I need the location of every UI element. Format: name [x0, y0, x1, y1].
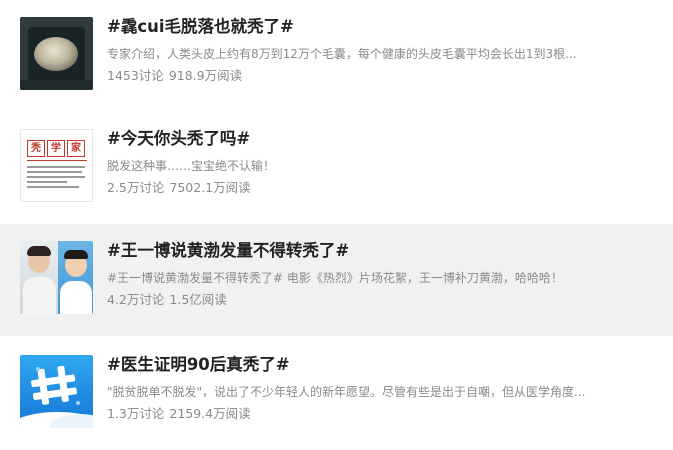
discussion-count: 1453讨论 — [107, 68, 164, 83]
topic-text: #王一博说黄渤发量不得转秃了# #王一博说黄渤发量不得转秃了# 电影《热烈》片场… — [107, 239, 667, 309]
topic-stats: 2.5万讨论 7502.1万阅读 — [107, 179, 667, 197]
topic-title[interactable]: #医生证明90后真秃了# — [107, 353, 667, 377]
topic-text: #医生证明90后真秃了# "脱贫脱单不脱发"，说出了不少年轻人的新年愿望。尽管有… — [107, 353, 667, 423]
photo-caption-bar — [20, 80, 93, 90]
topic-text: #今天你头秃了吗# 脱发这种事……宝宝绝不认输！ 2.5万讨论 7502.1万阅读 — [107, 127, 667, 197]
topic-title[interactable]: #今天你头秃了吗# — [107, 127, 667, 151]
topic-item[interactable]: #毳cui毛脱落也就秃了# 专家介绍，人类头皮上约有8万到12万个毛囊，每个健康… — [0, 0, 673, 112]
document-line — [27, 186, 79, 188]
read-count: 918.9万阅读 — [168, 68, 243, 83]
topic-stats: 1453讨论 918.9万阅读 — [107, 67, 667, 85]
document-header: 秃 学 家 — [27, 140, 87, 157]
topic-description: #王一博说黄渤发量不得转秃了# 电影《热烈》片场花絮，王一博补刀黄渤，哈哈哈！ — [107, 271, 563, 285]
topic-text: #毳cui毛脱落也就秃了# 专家介绍，人类头皮上约有8万到12万个毛囊，每个健康… — [107, 15, 667, 85]
topic-description: "脱贫脱单不脱发"，说出了不少年轻人的新年愿望。尽管有些是出于自嘲，但从医学角度… — [107, 385, 586, 399]
scalp-photo-icon — [34, 37, 78, 71]
topic-description: 脱发这种事……宝宝绝不认输！ — [107, 159, 276, 173]
read-count: 1.5亿阅读 — [169, 292, 227, 307]
read-count: 7502.1万阅读 — [169, 180, 251, 195]
document-line — [27, 176, 85, 178]
discussion-count: 1.3万讨论 — [107, 406, 165, 421]
person-body — [60, 281, 92, 314]
topic-item[interactable]: 秃 学 家 #今天你头秃了吗# 脱发这种事……宝宝绝不认输！ 2.5万讨论 750… — [0, 112, 673, 224]
document-header-char: 秃 — [27, 140, 45, 157]
person-body — [23, 277, 56, 314]
topic-stats: 1.3万讨论 2159.4万阅读 — [107, 405, 667, 423]
topic-title[interactable]: #毳cui毛脱落也就秃了# — [107, 15, 667, 39]
document-line — [27, 166, 85, 168]
person-hair — [64, 250, 88, 259]
document-header-char: 学 — [47, 140, 65, 157]
document-line — [27, 181, 67, 183]
discussion-count: 4.2万讨论 — [107, 292, 165, 307]
hashtag-icon — [31, 365, 80, 405]
topic-thumbnail[interactable] — [20, 17, 93, 90]
discussion-count: 2.5万讨论 — [107, 180, 165, 195]
person-hair — [27, 246, 51, 256]
topic-description: 专家介绍，人类头皮上约有8万到12万个毛囊，每个健康的头皮毛囊平均会长出1到3根… — [107, 47, 577, 61]
topic-thumbnail[interactable] — [20, 241, 93, 314]
topic-item-highlighted[interactable]: #王一博说黄渤发量不得转秃了# #王一博说黄渤发量不得转秃了# 电影《热烈》片场… — [0, 224, 673, 336]
topic-item[interactable]: #医生证明90后真秃了# "脱贫脱单不脱发"，说出了不少年轻人的新年愿望。尽管有… — [0, 338, 673, 450]
document-header-char: 家 — [67, 140, 85, 157]
topic-thumbnail[interactable]: 秃 学 家 — [20, 129, 93, 202]
topic-thumbnail[interactable] — [20, 355, 93, 428]
topic-title[interactable]: #王一博说黄渤发量不得转秃了# — [107, 239, 667, 263]
document-rule — [27, 160, 87, 161]
document-line — [27, 171, 82, 173]
topic-stats: 4.2万讨论 1.5亿阅读 — [107, 291, 667, 309]
topic-list: #毳cui毛脱落也就秃了# 专家介绍，人类头皮上约有8万到12万个毛囊，每个健康… — [0, 0, 673, 450]
read-count: 2159.4万阅读 — [169, 406, 251, 421]
